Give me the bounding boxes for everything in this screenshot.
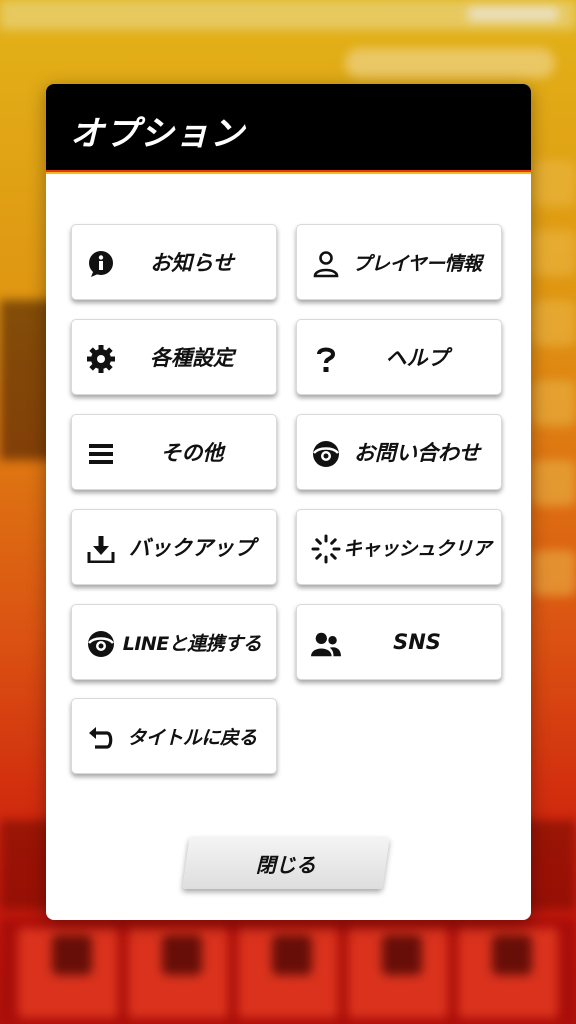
modal-title: オプション [70, 114, 245, 154]
sns-label: SNS [393, 630, 441, 654]
modal-header: オプション [46, 84, 531, 174]
close-label: 閉じる [256, 852, 316, 877]
line-link-button[interactable]: LINEと連携する [71, 604, 277, 680]
people-icon [311, 629, 341, 659]
clear-cache-button[interactable]: キャッシュクリア [296, 509, 502, 585]
help-button[interactable]: ヘルプ [296, 319, 502, 395]
player-info-button[interactable]: プレイヤー情報 [296, 224, 502, 300]
options-modal: オプション お知らせ プレイヤー情報 各種設定 ヘルプ その他 お問い合わせ バ… [46, 84, 531, 920]
return-icon [86, 723, 116, 753]
close-button[interactable]: 閉じる [182, 837, 390, 889]
spinner-icon [311, 534, 341, 564]
backup-label: バックアップ [129, 536, 255, 560]
contact-label: お問い合わせ [354, 441, 480, 465]
backup-button[interactable]: バックアップ [71, 509, 277, 585]
news-button[interactable]: お知らせ [71, 224, 277, 300]
contact-button[interactable]: お問い合わせ [296, 414, 502, 490]
line-link-label: LINEと連携する [122, 632, 262, 655]
menu-icon [86, 439, 116, 469]
question-icon [311, 344, 341, 374]
news-label: お知らせ [150, 251, 234, 275]
back-to-title-label: タイトルに戻る [127, 726, 257, 749]
settings-label: 各種設定 [150, 346, 234, 370]
help-label: ヘルプ [385, 346, 449, 370]
person-icon [311, 249, 341, 279]
other-label: その他 [160, 441, 224, 465]
contact-icon [311, 439, 341, 469]
download-icon [86, 534, 116, 564]
sns-button[interactable]: SNS [296, 604, 502, 680]
other-button[interactable]: その他 [71, 414, 277, 490]
settings-button[interactable]: 各種設定 [71, 319, 277, 395]
gear-icon [86, 344, 116, 374]
link-icon [86, 629, 116, 659]
back-to-title-button[interactable]: タイトルに戻る [71, 698, 277, 774]
player-info-label: プレイヤー情報 [352, 252, 482, 275]
info-icon [86, 249, 116, 279]
clear-cache-label: キャッシュクリア [342, 537, 492, 560]
